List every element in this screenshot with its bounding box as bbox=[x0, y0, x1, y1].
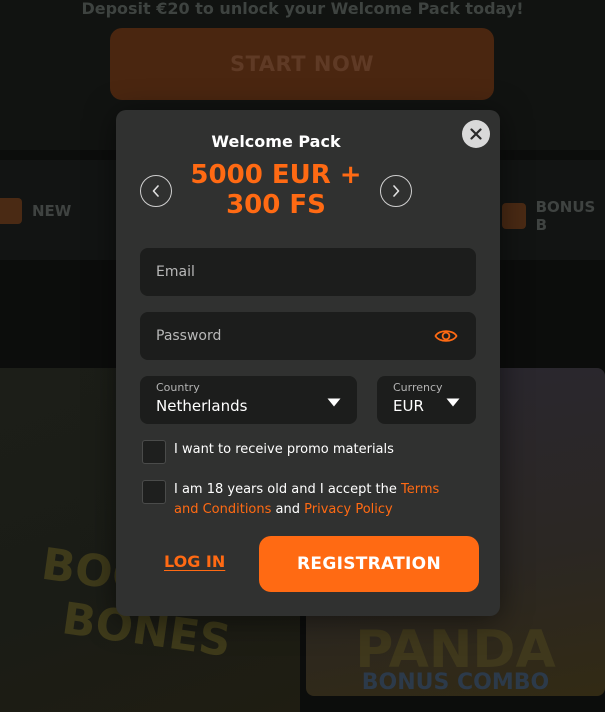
eye-icon[interactable] bbox=[434, 326, 458, 346]
close-icon bbox=[470, 128, 482, 140]
country-label: Country bbox=[156, 381, 200, 394]
registration-button[interactable]: REGISTRATION bbox=[259, 536, 479, 592]
nav-item-new: NEW bbox=[0, 198, 71, 224]
caret-down-icon bbox=[327, 398, 341, 407]
country-select[interactable]: Country Netherlands bbox=[140, 376, 357, 424]
chevron-right-icon bbox=[393, 185, 400, 197]
terms-consent-checkbox[interactable] bbox=[142, 480, 166, 504]
game-tile-subtitle: BONUS COMBO bbox=[361, 670, 550, 695]
next-offer-button[interactable] bbox=[380, 175, 412, 207]
sparkle-icon bbox=[0, 198, 22, 224]
terms-consent-row: I am 18 years old and I accept the Terms… bbox=[142, 480, 462, 520]
promo-consent-row: I want to receive promo materials bbox=[142, 440, 394, 464]
nav-item-new-label: NEW bbox=[32, 202, 72, 220]
close-button[interactable] bbox=[462, 120, 490, 148]
gift-icon bbox=[502, 203, 526, 229]
previous-offer-button[interactable] bbox=[140, 175, 172, 207]
promo-consent-label: I want to receive promo materials bbox=[174, 442, 394, 457]
currency-label: Currency bbox=[393, 381, 443, 394]
welcome-pack-title: Welcome Pack bbox=[211, 132, 341, 151]
terms-prefix-text: I am 18 years old and I accept the bbox=[174, 482, 402, 497]
offer-free-spins: 300 FS bbox=[226, 190, 326, 220]
registration-modal: Welcome Pack 5000 EUR + 300 FS Country N… bbox=[116, 110, 500, 616]
terms-consent-label: I am 18 years old and I accept the Terms… bbox=[174, 480, 462, 520]
privacy-policy-link[interactable]: Privacy Policy bbox=[304, 502, 393, 517]
email-field-wrapper bbox=[140, 248, 476, 296]
currency-select[interactable]: Currency EUR bbox=[377, 376, 476, 424]
promo-banner-text: Deposit €20 to unlock your Welcome Pack … bbox=[81, 0, 524, 18]
chevron-left-icon bbox=[152, 185, 159, 197]
start-now-button: START NOW bbox=[110, 28, 494, 100]
password-field-wrapper bbox=[140, 312, 476, 360]
welcome-offer: 5000 EUR + 300 FS bbox=[186, 160, 366, 220]
nav-item-bonus-label: BONUS B bbox=[535, 198, 596, 234]
caret-down-icon bbox=[446, 398, 460, 407]
login-link[interactable]: LOG IN bbox=[164, 552, 225, 571]
offer-amount: 5000 EUR + bbox=[190, 160, 362, 190]
email-field[interactable] bbox=[156, 264, 460, 280]
terms-and-text: and bbox=[271, 502, 305, 517]
password-field[interactable] bbox=[156, 328, 460, 344]
country-value: Netherlands bbox=[156, 397, 248, 415]
promo-consent-checkbox[interactable] bbox=[142, 440, 166, 464]
nav-item-bonus: BONUS B bbox=[502, 198, 605, 234]
